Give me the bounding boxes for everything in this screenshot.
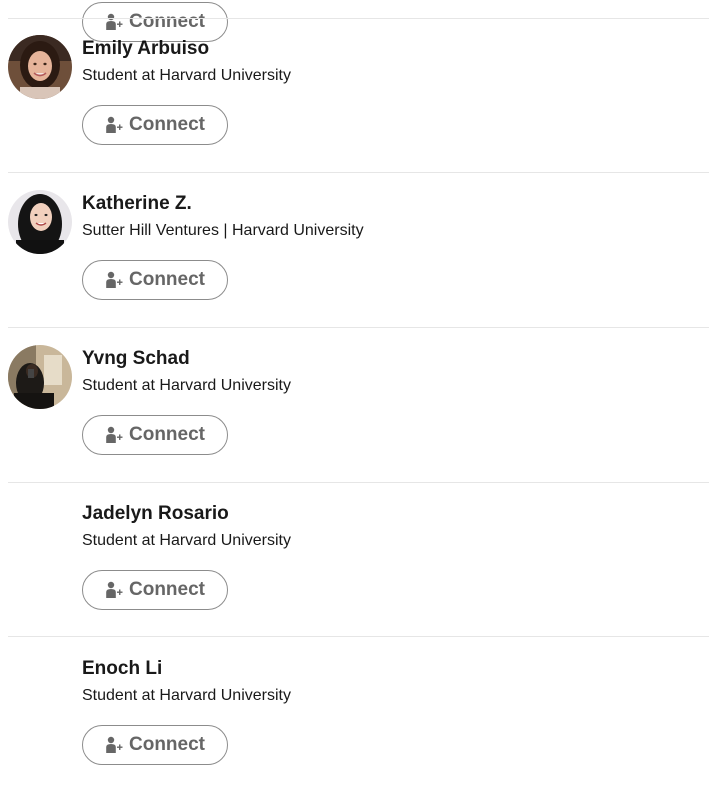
- add-person-icon: [105, 736, 123, 754]
- person-headline: Student at Harvard University: [82, 532, 291, 549]
- connect-button-label: Connect: [129, 424, 205, 445]
- person-headline: Student at Harvard University: [82, 377, 291, 394]
- person-card: Yvng Schad Student at Harvard University…: [0, 345, 709, 485]
- person-card: Emily Arbuiso Student at Harvard Univers…: [0, 35, 709, 175]
- connect-button-label: Connect: [129, 114, 205, 135]
- add-person-icon: [105, 581, 123, 599]
- connect-button[interactable]: Connect: [82, 570, 228, 610]
- person-card: Jadelyn Rosario Student at Harvard Unive…: [0, 500, 709, 640]
- person-headline: Student at Harvard University: [82, 687, 291, 704]
- divider: [8, 172, 709, 173]
- connect-button-label: Connect: [129, 579, 205, 600]
- person-headline: Student at Harvard University: [82, 67, 291, 84]
- divider: [8, 327, 709, 328]
- add-person-icon: [105, 271, 123, 289]
- add-person-icon: [105, 13, 123, 31]
- person-card: Enoch Li Student at Harvard University C…: [0, 655, 709, 795]
- divider: [8, 482, 709, 483]
- connect-button[interactable]: Connect: [82, 725, 228, 765]
- person-name[interactable]: Katherine Z.: [82, 192, 192, 216]
- divider: [8, 18, 709, 19]
- connect-button-label: Connect: [129, 11, 205, 32]
- avatar[interactable]: [8, 345, 72, 409]
- person-name[interactable]: Yvng Schad: [82, 347, 190, 371]
- connect-button[interactable]: Connect: [82, 415, 228, 455]
- connect-button-label: Connect: [129, 269, 205, 290]
- divider: [8, 636, 709, 637]
- person-name[interactable]: Enoch Li: [82, 657, 162, 681]
- person-headline: Sutter Hill Ventures | Harvard Universit…: [82, 222, 364, 239]
- people-list: Connect Emily Arbuiso Student at Harvard…: [0, 0, 709, 808]
- connect-button[interactable]: Connect: [82, 260, 228, 300]
- add-person-icon: [105, 116, 123, 134]
- connect-button[interactable]: Connect: [82, 105, 228, 145]
- person-card: Katherine Z. Sutter Hill Ventures | Harv…: [0, 190, 709, 330]
- person-name[interactable]: Emily Arbuiso: [82, 37, 209, 61]
- avatar[interactable]: [8, 35, 72, 99]
- connect-button-label: Connect: [129, 734, 205, 755]
- avatar[interactable]: [8, 190, 72, 254]
- person-name[interactable]: Jadelyn Rosario: [82, 502, 229, 526]
- add-person-icon: [105, 426, 123, 444]
